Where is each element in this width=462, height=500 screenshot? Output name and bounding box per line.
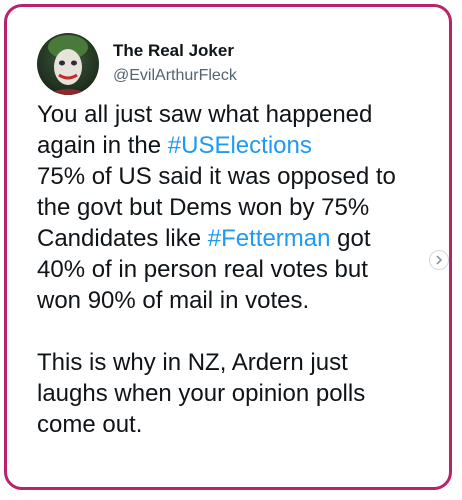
tweet-text: You all just saw what happened again in …: [37, 99, 447, 440]
display-name[interactable]: The Real Joker: [113, 41, 234, 61]
text-segment: again in the: [37, 132, 168, 159]
text-segment: 75% of US said it was opposed to: [37, 163, 396, 190]
tweet-line: the govt but Dems won by 75%: [37, 192, 447, 223]
text-segment: laughs when your opinion polls: [37, 380, 366, 407]
tweet-line: come out.: [37, 409, 447, 440]
text-segment: won 90% of mail in votes.: [37, 287, 310, 314]
scroll-right-button[interactable]: [429, 250, 449, 270]
text-segment: You all just saw what happened: [37, 101, 373, 128]
avatar[interactable]: [37, 33, 99, 95]
text-segment: come out.: [37, 411, 143, 438]
user-handle[interactable]: @EvilArthurFleck: [113, 67, 237, 85]
text-segment: Candidates like: [37, 225, 208, 252]
text-segment: got: [330, 225, 371, 252]
tweet-line: 40% of in person real votes but: [37, 254, 447, 285]
joker-face-icon: [45, 35, 91, 95]
hashtag-link[interactable]: #USElections: [168, 132, 312, 159]
tweet-line: won 90% of mail in votes.: [37, 285, 447, 316]
text-segment: 40% of in person real votes but: [37, 256, 368, 283]
tweet-line: again in the #USElections: [37, 130, 447, 161]
hashtag-link[interactable]: #Fetterman: [208, 225, 331, 252]
tweet-line: laughs when your opinion polls: [37, 378, 447, 409]
tweet-line: Candidates like #Fetterman got: [37, 223, 447, 254]
text-segment: This is why in NZ, Ardern just: [37, 349, 348, 376]
text-segment: the govt but Dems won by 75%: [37, 194, 370, 221]
tweet-line: 75% of US said it was opposed to: [37, 161, 447, 192]
tweet-line: You all just saw what happened: [37, 99, 447, 130]
chevron-right-icon: [436, 255, 443, 265]
tweet-line: This is why in NZ, Ardern just: [37, 347, 447, 378]
tweet-card: The Real Joker @EvilArthurFleck You all …: [4, 4, 452, 490]
